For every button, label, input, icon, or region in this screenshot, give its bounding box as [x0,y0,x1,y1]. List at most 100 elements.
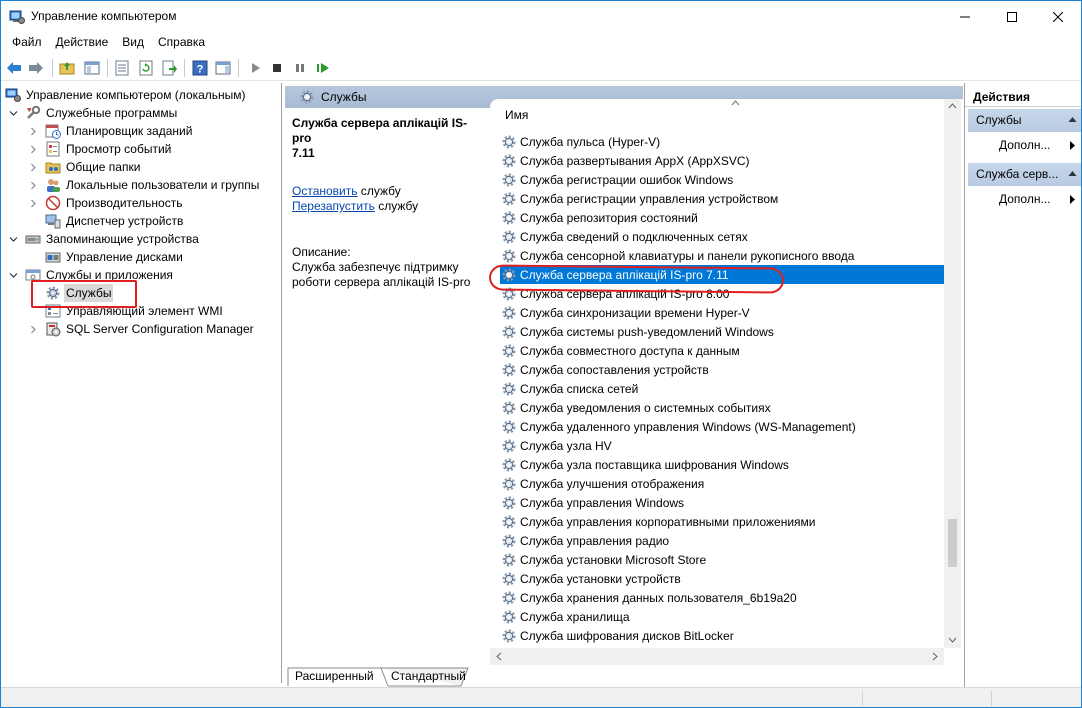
service-row[interactable]: Служба совместного доступа к данным [500,341,944,360]
collapse-icon[interactable] [7,104,19,122]
collapse-up-icon [1068,171,1077,176]
up-level-button[interactable] [57,58,77,78]
tree-item-sql-config[interactable]: SQL Server Configuration Manager [27,320,256,338]
service-row[interactable]: Служба сопоставления устройств [500,360,944,379]
service-row[interactable]: Служба репозитория состояний [500,208,944,227]
expand-icon[interactable] [27,194,39,212]
service-gear-icon [500,608,518,626]
service-row[interactable]: Служба сенсорной клавиатуры и панели рук… [500,246,944,265]
tree-item-local-users[interactable]: Локальные пользователи и группы [27,176,261,194]
tree-item-event-viewer[interactable]: Просмотр событий [27,140,173,158]
minimize-button[interactable] [942,1,988,32]
forward-arrow-icon [29,62,43,74]
expand-icon[interactable] [27,158,39,176]
service-row[interactable]: Служба улучшения отображения [500,474,944,493]
service-row[interactable]: Служба узла HV [500,436,944,455]
collapse-icon[interactable] [7,266,19,284]
actions-group-services[interactable]: Службы [968,109,1081,132]
service-row[interactable]: Служба управления корпоративными приложе… [500,512,944,531]
tree-item-storage[interactable]: Запоминающие устройства [7,230,201,248]
service-row[interactable]: Служба уведомления о системных событиях [500,398,944,417]
stop-service-button[interactable] [267,58,287,78]
service-row[interactable]: Служба удаленного управления Windows (WS… [500,417,944,436]
tab-standard[interactable]: Стандартный [385,667,472,686]
restart-service-button[interactable] [313,58,333,78]
menu-file[interactable]: Файл [5,32,49,53]
expand-icon[interactable] [27,122,39,140]
scroll-left-icon[interactable] [496,652,502,661]
expand-icon[interactable] [27,320,39,338]
service-row[interactable]: Служба синхронизации времени Hyper-V [500,303,944,322]
service-row[interactable]: Служба регистрации управления устройство… [500,189,944,208]
service-row[interactable]: Служба пульса (Hyper-V) [500,132,944,151]
service-name: Служба управления радио [520,533,670,548]
expand-icon[interactable] [27,176,39,194]
scroll-down-icon[interactable] [948,637,957,643]
minimize-icon [960,16,970,17]
tab-extended[interactable]: Расширенный [289,667,380,686]
service-row[interactable]: Служба списка сетей [500,379,944,398]
show-hide-tree-button[interactable] [82,58,102,78]
actions-more-selected-service[interactable]: Дополн... [968,189,1081,209]
forward-button[interactable] [26,58,46,78]
users-icon [45,177,61,193]
toolbar-separator [184,59,185,77]
vertical-scroll-thumb[interactable] [948,519,957,567]
service-gear-icon [500,551,518,569]
back-button[interactable] [4,58,24,78]
service-row[interactable]: Служба системы push-уведомлений Windows [500,322,944,341]
stop-service-link[interactable]: Остановить [292,184,358,198]
tree-item-task-scheduler[interactable]: Планировщик заданий [27,122,194,140]
tree-item-disk-management[interactable]: Управление дисками [39,248,185,266]
service-name: Служба установки устройств [520,571,681,586]
collapse-icon[interactable] [7,230,19,248]
close-button[interactable] [1035,1,1081,32]
menu-action[interactable]: Действие [49,32,116,53]
help-button[interactable]: ? [190,58,210,78]
vertical-scrollbar[interactable] [944,99,961,648]
show-action-pane-button[interactable] [213,58,233,78]
column-header-name[interactable]: Имя [490,99,963,129]
horizontal-scrollbar[interactable] [490,648,944,665]
toolbar-separator [52,59,53,77]
service-row[interactable]: Служба хранения данных пользователя_6b19… [500,588,944,607]
service-row[interactable]: Служба регистрации ошибок Windows [500,170,944,189]
tree-item-shared-folders[interactable]: Общие папки [27,158,142,176]
pause-service-button[interactable] [290,58,310,78]
maximize-button[interactable] [989,1,1035,32]
start-service-button[interactable] [245,58,265,78]
service-row[interactable]: Служба установки устройств [500,569,944,588]
service-row[interactable]: Служба управления Windows [500,493,944,512]
expand-icon[interactable] [27,140,39,158]
tree-item-performance[interactable]: Производительность [27,194,184,212]
service-name: Служба управления Windows [520,495,685,510]
service-gear-icon [500,513,518,531]
refresh-button[interactable] [136,58,156,78]
console-tree: Управление компьютером (локальным) Служе… [1,83,282,683]
service-row[interactable]: Служба развертывания AppX (AppXSVC) [500,151,944,170]
scroll-right-icon[interactable] [932,652,938,661]
tree-item-system-tools[interactable]: Служебные программы [7,104,179,122]
tree-root[interactable]: Управление компьютером (локальным) [5,86,248,104]
restart-service-link[interactable]: Перезапустить [292,199,375,213]
service-name: Служба списка сетей [520,381,639,396]
menu-help[interactable]: Справка [151,32,212,53]
actions-more-services[interactable]: Дополн... [968,135,1081,155]
actions-group-selected-service[interactable]: Служба серв... [968,163,1081,186]
tree-item-device-manager[interactable]: Диспетчер устройств [39,212,185,230]
sort-ascending-icon [731,100,740,106]
service-row[interactable]: Служба хранилища [500,607,944,626]
service-name: Служба сопоставления устройств [520,362,709,377]
properties-button[interactable] [112,58,132,78]
service-row[interactable]: Служба узла поставщика шифрования Window… [500,455,944,474]
scroll-up-icon[interactable] [948,103,957,109]
menu-bar: Файл Действие Вид Справка [1,32,1081,53]
menu-view[interactable]: Вид [115,32,151,53]
service-row[interactable]: Служба установки Microsoft Store [500,550,944,569]
services-gear-icon [299,89,315,105]
export-list-button[interactable] [159,58,179,78]
service-row[interactable]: Служба сведений о подключенных сетях [500,227,944,246]
service-row[interactable]: Служба шифрования дисков BitLocker [500,626,944,645]
service-gear-icon [500,247,518,265]
service-row[interactable]: Служба управления радио [500,531,944,550]
